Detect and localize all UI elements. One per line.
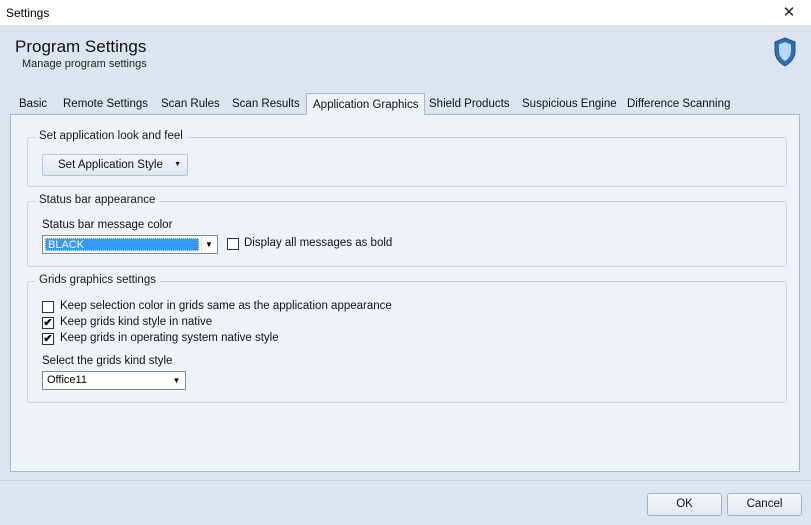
dropdown-arrow-icon[interactable]: ▼ [201, 237, 216, 252]
tab-difference-scanning[interactable]: Difference Scanning [621, 96, 736, 114]
page-subtitle: Manage program settings [22, 58, 147, 70]
tab-suspicious-engine[interactable]: Suspicious Engine [516, 96, 623, 114]
tab-bar: Basic Remote Settings Scan Rules Scan Re… [10, 93, 800, 115]
cancel-button[interactable]: Cancel [727, 493, 802, 516]
status-color-value: BLACK [45, 238, 199, 251]
grids-legend: Grids graphics settings [35, 274, 160, 286]
grid-style-select[interactable]: Office11 ▼ [42, 371, 186, 390]
chevron-down-icon: ▼ [174, 161, 181, 168]
status-bar-group: Status bar appearance [27, 194, 787, 267]
grid-selection-color-label: Keep selection color in grids same as th… [60, 300, 392, 312]
tab-remote-settings[interactable]: Remote Settings [57, 96, 154, 114]
grid-kind-native-checkbox[interactable]: ✔ [42, 317, 54, 329]
set-application-style-label: Set Application Style [58, 159, 163, 171]
status-color-label: Status bar message color [42, 219, 173, 231]
bold-messages-label: Display all messages as bold [244, 237, 393, 249]
status-bar-legend: Status bar appearance [35, 194, 160, 206]
tab-scan-rules[interactable]: Scan Rules [155, 96, 226, 114]
page-title: Program Settings [15, 37, 147, 56]
shield-icon [774, 37, 796, 67]
grid-style-label: Select the grids kind style [42, 355, 173, 367]
tab-scan-results[interactable]: Scan Results [226, 96, 306, 114]
grid-os-native-checkbox[interactable]: ✔ [42, 333, 54, 345]
ok-button[interactable]: OK [647, 493, 722, 516]
window-title: Settings [6, 6, 50, 20]
title-bar: Settings ✕ [0, 0, 811, 26]
bold-messages-checkbox[interactable] [227, 238, 239, 250]
grid-kind-native-label: Keep grids kind style in native [60, 316, 213, 328]
status-color-select[interactable]: BLACK ▼ [42, 235, 218, 254]
set-application-style-button[interactable]: Set Application Style ▼ [42, 154, 188, 176]
header: Program Settings Manage program settings [0, 27, 811, 90]
tab-basic[interactable]: Basic [13, 96, 53, 114]
grid-style-value: Office11 [47, 374, 87, 386]
close-icon[interactable]: ✕ [767, 0, 811, 26]
look-legend: Set application look and feel [35, 130, 187, 142]
grid-selection-color-checkbox[interactable] [42, 301, 54, 313]
dropdown-arrow-icon[interactable]: ▼ [169, 373, 184, 388]
tab-application-graphics[interactable]: Application Graphics [306, 93, 426, 115]
tab-shield-products[interactable]: Shield Products [423, 96, 516, 114]
tab-panel: Set application look and feel Set Applic… [10, 114, 800, 472]
footer: OK Cancel [0, 480, 811, 525]
grid-os-native-label: Keep grids in operating system native st… [60, 332, 279, 344]
